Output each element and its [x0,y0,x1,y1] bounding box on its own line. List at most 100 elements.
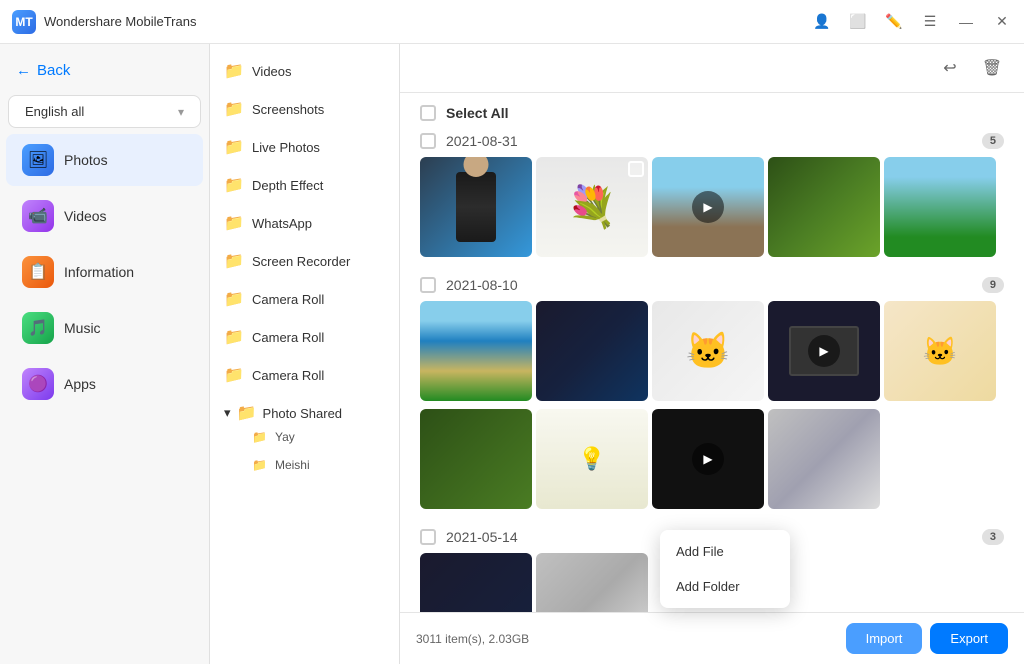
middle-panel: 📁 Videos 📁 Screenshots 📁 Live Photos 📁 D… [210,44,400,664]
sidebar-information-label: Information [64,264,134,280]
count-badge-3: 3 [982,529,1004,545]
select-all-checkbox[interactable] [420,105,436,121]
context-menu-add-file[interactable]: Add File [660,534,790,569]
sidebar-item-videos[interactable]: 📹 Videos [6,190,203,242]
videos-icon: 📹 [22,200,54,232]
sidebar-item-information[interactable]: 📋 Information [6,246,203,298]
refresh-button[interactable]: ↩ [934,52,966,84]
photo-item[interactable] [420,409,532,509]
menu-icon-btn[interactable]: ☰ [920,12,940,32]
sidebar-item-photos[interactable]: 🖼 Photos [6,134,203,186]
camera-roll-1-icon: 📁 [224,289,244,309]
import-button[interactable]: Import [846,623,923,654]
date-header-1: 2021-08-31 5 [412,129,1012,153]
sidebar-apps-label: Apps [64,376,96,392]
delete-button[interactable]: 🗑 [976,52,1008,84]
photo-item[interactable]: 💡 [536,409,648,509]
title-bar-right: 👤 ⬜ ✏️ ☰ — ✕ [812,12,1012,32]
photo-item[interactable]: 💐 [536,157,648,257]
sidebar: ← Back English all ▾ 🖼 Photos 📹 Videos 📋… [0,44,210,664]
date-group-1-checkbox[interactable] [420,133,436,149]
photo-item[interactable]: 🐱 [884,301,996,401]
app-icon: MT [12,10,36,34]
photo-item[interactable] [536,553,648,612]
camera-roll-1-label: Camera Roll [252,292,324,307]
language-label: English all [25,104,84,119]
photo-item[interactable] [536,301,648,401]
user-icon-btn[interactable]: 👤 [812,12,832,32]
depth-effect-label: Depth Effect [252,178,323,193]
photo-item[interactable] [420,553,532,612]
photo-shared-section[interactable]: ▾ 📁 Photo Shared 📁 Yay 📁 Meishi [210,394,399,488]
middle-item-screenshots[interactable]: 📁 Screenshots [210,90,399,128]
photo-item[interactable] [884,157,996,257]
title-bar: MT Wondershare MobileTrans 👤 ⬜ ✏️ ☰ — ✕ [0,0,1024,44]
edit-icon-btn[interactable]: ✏️ [884,12,904,32]
play-icon: ▶ [692,443,724,475]
photo-item[interactable] [768,409,880,509]
sidebar-videos-label: Videos [64,208,107,224]
middle-item-whatsapp[interactable]: 📁 WhatsApp [210,204,399,242]
middle-item-camera-roll-2[interactable]: 📁 Camera Roll [210,318,399,356]
photo-item[interactable] [768,157,880,257]
date-group-2-checkbox[interactable] [420,277,436,293]
date-group-3-checkbox[interactable] [420,529,436,545]
photo-checkbox[interactable] [628,161,644,177]
select-all-row: Select All [412,101,1012,129]
middle-item-screen-recorder[interactable]: 📁 Screen Recorder [210,242,399,280]
camera-roll-2-label: Camera Roll [252,330,324,345]
back-label: Back [37,62,70,79]
export-button[interactable]: Export [930,623,1008,654]
yay-folder-icon: 📁 [252,430,267,444]
apps-icon: 🟣 [22,368,54,400]
screenshots-folder-icon: 📁 [224,99,244,119]
photo-item[interactable]: ▶ [652,157,764,257]
photo-shared-header: ▾ 📁 Photo Shared [224,403,385,423]
middle-item-videos[interactable]: 📁 Videos [210,52,399,90]
middle-item-depth-effect[interactable]: 📁 Depth Effect [210,166,399,204]
sidebar-item-music[interactable]: 🎵 Music [6,302,203,354]
close-btn[interactable]: ✕ [992,12,1012,32]
middle-item-camera-roll-3[interactable]: 📁 Camera Roll [210,356,399,394]
app-title: Wondershare MobileTrans [44,14,196,29]
middle-item-live-photos[interactable]: 📁 Live Photos [210,128,399,166]
date-label-3: 2021-05-14 [446,529,518,545]
photo-shared-label: Photo Shared [263,406,343,421]
information-icon: 📋 [22,256,54,288]
meishi-label: Meishi [275,458,310,472]
minimize-btn[interactable]: — [956,12,976,32]
sidebar-item-apps[interactable]: 🟣 Apps [6,358,203,410]
photo-grid-2: 🐱 ▶ 🐱 [412,297,1012,405]
photo-shared-sub-yay[interactable]: 📁 Yay [244,423,385,451]
status-bar: 3011 item(s), 2.03GB Import Export [400,612,1024,664]
screenshots-label: Screenshots [252,102,324,117]
middle-item-camera-roll-1[interactable]: 📁 Camera Roll [210,280,399,318]
context-menu-add-folder[interactable]: Add Folder [660,569,790,604]
date-row-2: 2021-08-10 [420,277,518,293]
date-row-3: 2021-05-14 [420,529,518,545]
date-group-1: 2021-08-31 5 💐 [412,129,1012,261]
language-arrow-icon: ▾ [178,105,184,119]
photo-item[interactable]: 🐱 [652,301,764,401]
language-selector[interactable]: English all ▾ [8,95,201,128]
photo-shared-sub-meishi[interactable]: 📁 Meishi [244,451,385,479]
live-photos-label: Live Photos [252,140,320,155]
photo-item[interactable]: ▶ [652,409,764,509]
back-button[interactable]: ← Back [0,54,209,87]
photo-item[interactable]: ▶ [768,301,880,401]
camera-roll-3-icon: 📁 [224,365,244,385]
live-photos-folder-icon: 📁 [224,137,244,157]
videos-folder-icon: 📁 [224,61,244,81]
photo-item[interactable] [420,301,532,401]
play-icon: ▶ [808,335,840,367]
whatsapp-folder-icon: 📁 [224,213,244,233]
count-badge-1: 5 [982,133,1004,149]
bookmark-icon-btn[interactable]: ⬜ [848,12,868,32]
whatsapp-label: WhatsApp [252,216,312,231]
photo-shared-arrow-icon: ▾ [224,405,231,421]
right-panel: ↩ 🗑 Select All 2021-08-31 5 [400,44,1024,664]
select-all-label: Select All [446,105,509,121]
toolbar-actions: ↩ 🗑 [934,52,1008,84]
photo-item[interactable] [420,157,532,257]
camera-roll-3-label: Camera Roll [252,368,324,383]
